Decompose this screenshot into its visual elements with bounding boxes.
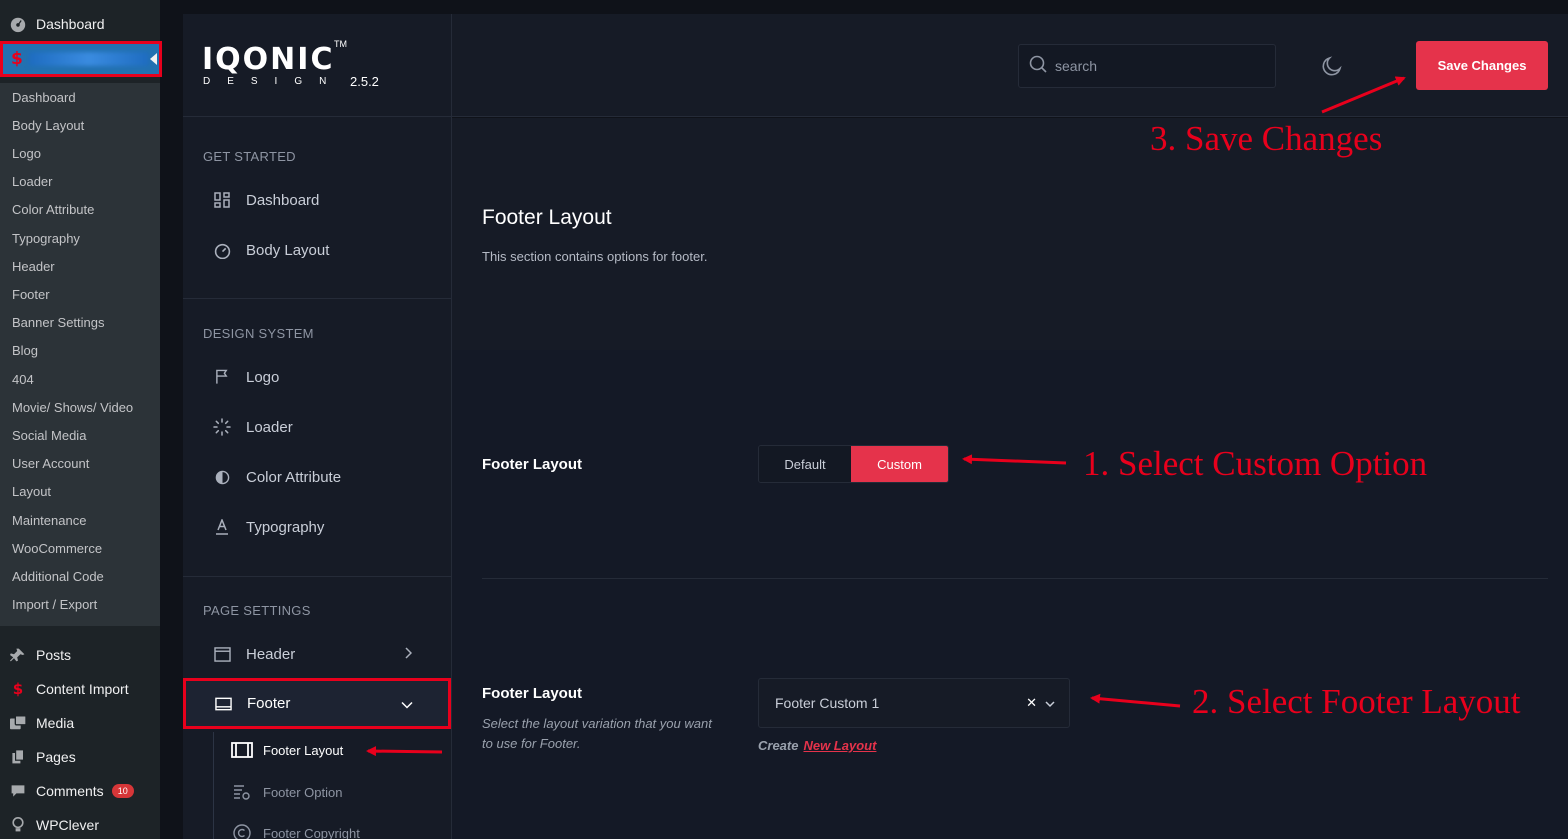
- annotation-step3: 3. Save Changes: [1150, 119, 1383, 158]
- annotation-arrow-sub: [366, 746, 443, 757]
- annotation-arrow-step2: [1090, 693, 1181, 708]
- annotation-step2: 2. Select Footer Layout: [1192, 682, 1521, 721]
- annotation-arrow-step3: [1321, 76, 1406, 114]
- annotation-step1: 1. Select Custom Option: [1083, 444, 1428, 483]
- annotation-arrow-step1: [962, 454, 1067, 465]
- dollar-glyph: $: [12, 680, 24, 698]
- dollar-icon: $: [11, 49, 23, 69]
